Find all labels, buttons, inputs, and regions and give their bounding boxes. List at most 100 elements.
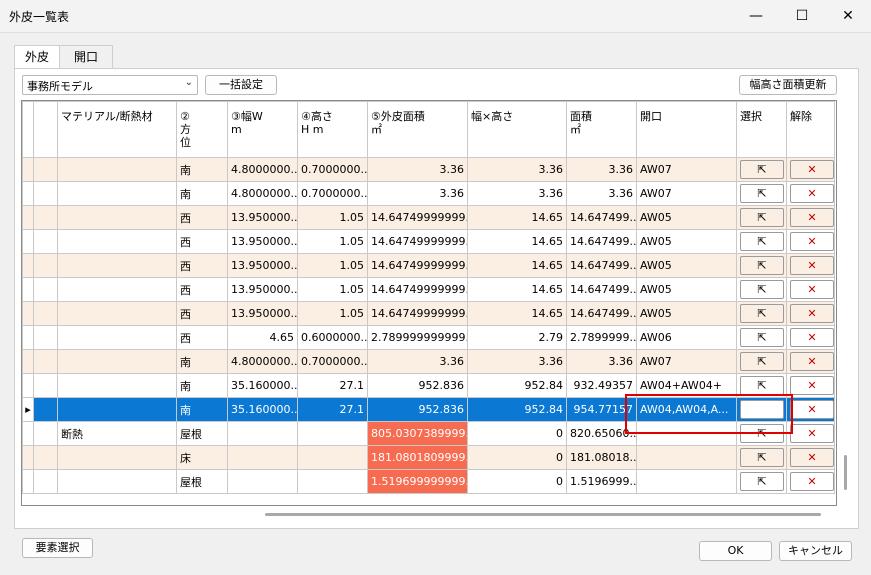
cell-width[interactable] bbox=[227, 469, 298, 494]
cell-width-x-height[interactable]: 14.65 bbox=[467, 229, 567, 254]
cell-height[interactable]: 1.05 bbox=[297, 277, 368, 302]
cell-area[interactable]: 14.647499... bbox=[566, 229, 637, 254]
ok-button[interactable]: OK bbox=[699, 541, 772, 561]
cell-width[interactable]: 13.950000... bbox=[227, 229, 298, 254]
col-header-direction[interactable]: ② 方 位 bbox=[176, 101, 228, 158]
col-header-envelope-area[interactable]: ⑤外皮面積 ㎡ bbox=[367, 101, 468, 158]
row-header[interactable] bbox=[22, 349, 34, 374]
table-row[interactable]: 西 13.950000... 1.05 14.64749999999... 14.65 1… bbox=[22, 205, 835, 230]
cell-width[interactable]: 4.65 bbox=[227, 325, 298, 350]
col-header-width[interactable]: ③幅W m bbox=[227, 101, 298, 158]
table-row[interactable]: 南 4.8000000... 0.7000000... 3.36 3.36 3.36 AW0… bbox=[22, 157, 835, 182]
cell-width[interactable]: 4.8000000... bbox=[227, 157, 298, 182]
cell-material[interactable] bbox=[57, 397, 177, 422]
cell-envelope-area[interactable]: 3.36 bbox=[367, 349, 468, 374]
cell-width-x-height[interactable]: 0 bbox=[467, 445, 567, 470]
cell-direction[interactable]: 屋根 bbox=[176, 469, 228, 494]
cell-direction[interactable]: 南 bbox=[176, 157, 228, 182]
cell-area[interactable]: 1.5196999... bbox=[566, 469, 637, 494]
clear-x-icon[interactable]: ✕ bbox=[790, 424, 834, 443]
table-row[interactable]: 西 4.65 0.6000000... 2.789999999999... 2.79 2.… bbox=[22, 325, 835, 350]
cell-material[interactable]: 断熱 bbox=[57, 421, 177, 446]
cell-material[interactable] bbox=[57, 157, 177, 182]
row-header[interactable] bbox=[22, 205, 34, 230]
cursor-select-icon[interactable]: ⇱ bbox=[740, 376, 784, 395]
cell-width-x-height[interactable]: 952.84 bbox=[467, 397, 567, 422]
cell-height[interactable]: 1.05 bbox=[297, 301, 368, 326]
cell-height[interactable]: 1.05 bbox=[297, 229, 368, 254]
cell-material[interactable] bbox=[57, 229, 177, 254]
horizontal-scrollbar[interactable] bbox=[265, 513, 821, 516]
clear-x-icon[interactable]: ✕ bbox=[790, 160, 834, 179]
row-header[interactable] bbox=[22, 253, 34, 278]
cell-width[interactable]: 4.8000000... bbox=[227, 349, 298, 374]
cell-direction[interactable]: 南 bbox=[176, 397, 228, 422]
cell-direction[interactable]: 西 bbox=[176, 277, 228, 302]
cell-opening[interactable]: AW05 bbox=[636, 205, 737, 230]
table-row[interactable]: 床 181.0801809999... 0 181.08018... ⇱ ✕ bbox=[22, 445, 835, 470]
cell-envelope-area[interactable]: 181.0801809999... bbox=[367, 445, 468, 470]
cell-opening[interactable]: AW05 bbox=[636, 301, 737, 326]
cell-height[interactable]: 27.1 bbox=[297, 373, 368, 398]
cell-width-x-height[interactable]: 14.65 bbox=[467, 205, 567, 230]
cell-area[interactable]: 181.08018... bbox=[566, 445, 637, 470]
cell-opening[interactable]: AW05 bbox=[636, 229, 737, 254]
table-row[interactable]: 西 13.950000... 1.05 14.64749999999... 14.65 1… bbox=[22, 253, 835, 278]
cell-opening[interactable]: AW05 bbox=[636, 253, 737, 278]
row-header[interactable]: ▸ bbox=[22, 397, 34, 422]
col-header-width-x-height[interactable]: 幅×高さ bbox=[467, 101, 567, 158]
cancel-button[interactable]: キャンセル bbox=[779, 541, 852, 561]
cell-material[interactable] bbox=[57, 301, 177, 326]
clear-x-icon[interactable]: ✕ bbox=[790, 256, 834, 275]
cell-width-x-height[interactable]: 2.79 bbox=[467, 325, 567, 350]
row-header[interactable] bbox=[22, 181, 34, 206]
cell-envelope-area[interactable]: 2.789999999999... bbox=[367, 325, 468, 350]
cell-width[interactable] bbox=[227, 445, 298, 470]
cell-envelope-area[interactable]: 1.519699999999... bbox=[367, 469, 468, 494]
cell-area[interactable]: 3.36 bbox=[566, 349, 637, 374]
cell-height[interactable]: 0.6000000... bbox=[297, 325, 368, 350]
cell-material[interactable] bbox=[57, 349, 177, 374]
cell-width-x-height[interactable]: 14.65 bbox=[467, 301, 567, 326]
cell-envelope-area[interactable]: 952.836 bbox=[367, 373, 468, 398]
col-header-material[interactable]: マテリアル/断熱材 bbox=[57, 101, 177, 158]
cell-opening[interactable]: AW07 bbox=[636, 181, 737, 206]
row-header[interactable] bbox=[22, 157, 34, 182]
row-header[interactable] bbox=[22, 325, 34, 350]
cell-area[interactable]: 14.647499... bbox=[566, 277, 637, 302]
clear-x-icon[interactable]: ✕ bbox=[790, 328, 834, 347]
clear-x-icon[interactable]: ✕ bbox=[790, 184, 834, 203]
cursor-select-icon[interactable]: ⇱ bbox=[740, 448, 784, 467]
cell-material[interactable] bbox=[57, 373, 177, 398]
cell-width-x-height[interactable]: 0 bbox=[467, 421, 567, 446]
cell-height[interactable] bbox=[297, 421, 368, 446]
row-header[interactable] bbox=[22, 373, 34, 398]
cell-width[interactable]: 35.160000... bbox=[227, 373, 298, 398]
cell-width-x-height[interactable]: 0 bbox=[467, 469, 567, 494]
cursor-select-icon[interactable]: ⇱ bbox=[740, 472, 784, 491]
cell-area[interactable]: 14.647499... bbox=[566, 301, 637, 326]
row-header[interactable] bbox=[22, 301, 34, 326]
cell-opening[interactable] bbox=[636, 445, 737, 470]
cell-height[interactable] bbox=[297, 469, 368, 494]
cell-width[interactable]: 13.950000... bbox=[227, 277, 298, 302]
tab-kaikou[interactable]: 開口 bbox=[59, 45, 113, 68]
cell-envelope-area[interactable]: 3.36 bbox=[367, 157, 468, 182]
cell-direction[interactable]: 南 bbox=[176, 373, 228, 398]
row-header[interactable] bbox=[22, 277, 34, 302]
cell-direction[interactable]: 南 bbox=[176, 349, 228, 374]
cell-area[interactable]: 2.7899999... bbox=[566, 325, 637, 350]
bulk-set-button[interactable]: 一括設定 bbox=[205, 75, 277, 95]
cell-envelope-area[interactable]: 805.0307389999... bbox=[367, 421, 468, 446]
col-header-clear[interactable]: 解除 bbox=[786, 101, 835, 158]
cell-direction[interactable]: 南 bbox=[176, 181, 228, 206]
cursor-select-icon[interactable]: ⇱ bbox=[740, 280, 784, 299]
envelope-grid[interactable]: マテリアル/断熱材 ② 方 位 ③幅W m ④高さ H m ⑤外皮面積 ㎡ 幅×… bbox=[21, 100, 837, 506]
table-row[interactable]: 屋根 1.519699999999... 0 1.5196999... ⇱ ✕ bbox=[22, 469, 835, 494]
table-row[interactable]: 西 13.950000... 1.05 14.64749999999... 14.65 1… bbox=[22, 229, 835, 254]
cursor-select-icon[interactable]: ⇱ bbox=[740, 160, 784, 179]
cell-area[interactable]: 3.36 bbox=[566, 181, 637, 206]
table-row[interactable]: 西 13.950000... 1.05 14.64749999999... 14.65 1… bbox=[22, 277, 835, 302]
cell-envelope-area[interactable]: 14.64749999999... bbox=[367, 205, 468, 230]
cell-width-x-height[interactable]: 14.65 bbox=[467, 253, 567, 278]
